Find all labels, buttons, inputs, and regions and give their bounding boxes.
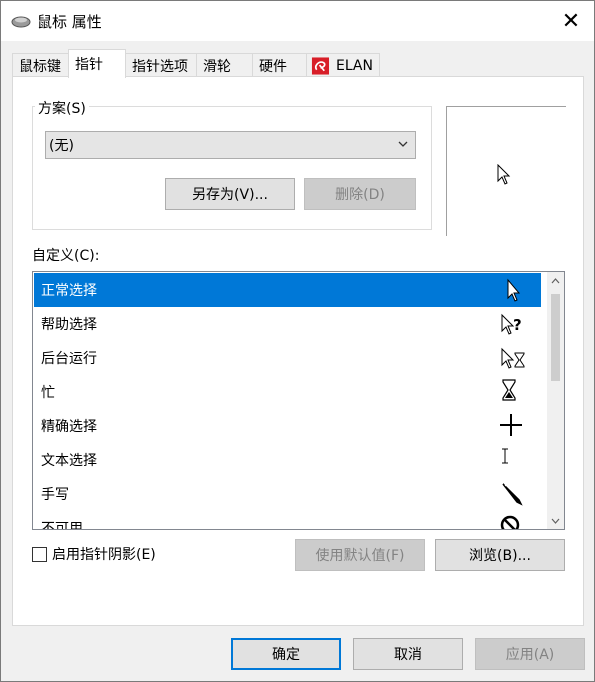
list-item-handwriting[interactable]: 手写 (34, 477, 541, 511)
save-as-button[interactable]: 另存为(V)... (165, 178, 295, 210)
cancel-button[interactable]: 取消 (353, 638, 463, 670)
list-item-busy[interactable]: 忙 (34, 375, 541, 409)
ok-button[interactable]: 确定 (231, 638, 341, 670)
tab-wheel[interactable]: 滑轮 (196, 53, 253, 77)
hourglass-cursor-icon (502, 379, 516, 401)
scroll-down-arrow[interactable] (547, 512, 564, 529)
working-in-background-cursor-icon (501, 347, 525, 369)
list-item-text-select[interactable]: 文本选择 (34, 443, 541, 477)
shadow-checkbox[interactable] (32, 546, 47, 562)
dialog-footer: 确定 取消 应用(A) (1, 626, 594, 681)
scroll-thumb[interactable] (551, 294, 560, 381)
cursor-list[interactable]: 正常选择 帮助选择 ? 后台运行 忙 精确选择 文本选择 手写 不可用 (32, 271, 565, 530)
unavailable-cursor-icon (500, 515, 520, 529)
pointers-panel: 方案(S) (无) 另存为(V)... 删除(D) 自定义(C): 正常选择 帮… (12, 76, 584, 626)
list-item-unavailable[interactable]: 不可用 (34, 511, 541, 529)
chevron-down-icon (551, 518, 560, 524)
scheme-groupbox (32, 106, 432, 230)
scheme-selected-value: (无) (49, 138, 74, 154)
customize-label: 自定义(C): (32, 248, 100, 264)
help-cursor-icon: ? (501, 313, 522, 335)
scheme-label: 方案(S) (35, 98, 89, 118)
text-beam-cursor-icon (502, 448, 508, 464)
svg-text:?: ? (513, 316, 522, 334)
list-item-working-in-background[interactable]: 后台运行 (34, 341, 541, 375)
chevron-down-icon (398, 141, 408, 147)
crosshair-cursor-icon (500, 414, 522, 436)
scheme-select[interactable]: (无) (45, 131, 416, 159)
close-icon: ✕ (561, 8, 581, 34)
mouse-icon (11, 16, 31, 28)
delete-button[interactable]: 删除(D) (304, 178, 416, 210)
tab-buttons[interactable]: 鼠标键 (12, 53, 69, 77)
scroll-up-arrow[interactable] (547, 272, 564, 289)
browse-button[interactable]: 浏览(B)... (435, 539, 565, 571)
tab-hardware[interactable]: 硬件 (252, 53, 307, 77)
apply-button[interactable]: 应用(A) (475, 638, 585, 670)
chevron-up-icon (551, 277, 560, 283)
arrow-cursor-preview-icon (497, 164, 511, 185)
use-default-button[interactable]: 使用默认值(F) (295, 539, 425, 571)
elan-logo-icon (311, 56, 330, 75)
shadow-checkbox-label: 启用指针阴影(E) (52, 547, 156, 563)
list-item-precision-select[interactable]: 精确选择 (34, 409, 541, 443)
list-scrollbar[interactable] (547, 272, 564, 529)
arrow-cursor-icon (507, 278, 521, 302)
title-bar: 鼠标 属性 ✕ (1, 1, 594, 41)
tab-elan[interactable]: ELAN (306, 53, 380, 77)
list-item-help-select[interactable]: 帮助选择 ? (34, 307, 541, 341)
list-item-normal-select[interactable]: 正常选择 (34, 273, 541, 307)
tab-pointers[interactable]: 指针 (68, 49, 126, 78)
tab-pointer-options[interactable]: 指针选项 (125, 53, 197, 77)
cursor-preview (446, 106, 566, 236)
enable-pointer-shadow[interactable]: 启用指针阴影(E) (32, 544, 156, 564)
close-button[interactable]: ✕ (548, 1, 594, 41)
window-title: 鼠标 属性 (37, 13, 102, 31)
pen-cursor-icon (502, 483, 523, 506)
